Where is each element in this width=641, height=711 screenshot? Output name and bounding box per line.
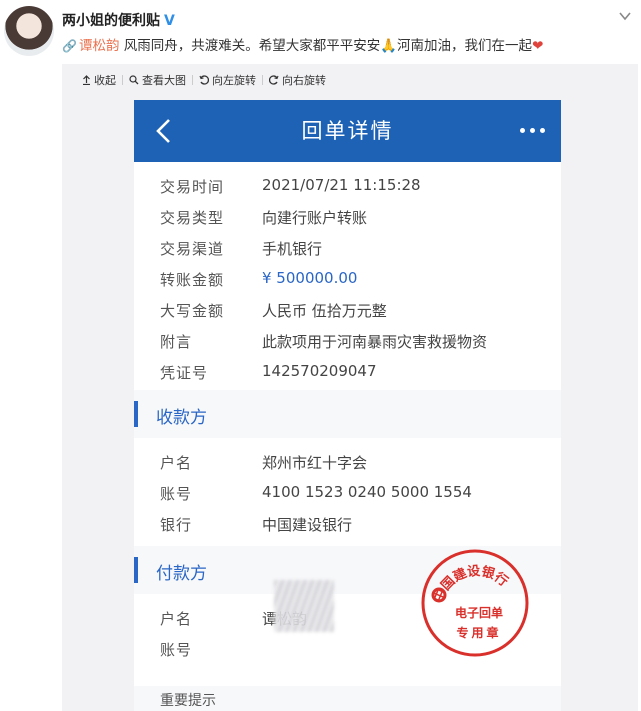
field-value: 手机银行	[262, 240, 323, 258]
bank-stamp: 中国建设银行 电子回单 专用章	[421, 549, 529, 657]
more-icon	[520, 128, 545, 133]
rotate-right-icon	[269, 75, 279, 85]
field-value: 2021/07/21 11:15:28	[262, 176, 421, 194]
field-value: 142570209047	[262, 362, 377, 380]
field-label: 账号	[160, 485, 193, 503]
upload-icon	[83, 75, 90, 85]
footer-hint: 重要提示	[160, 693, 216, 709]
field-row: 转账金额 ¥ 500000.00	[134, 263, 561, 294]
stamp-line1: 电子回单	[455, 605, 503, 620]
field-label: 账号	[160, 641, 193, 659]
field-value: 郑州市红十字会	[262, 454, 368, 472]
collapse-button[interactable]: 收起	[76, 72, 122, 88]
payee-section-header: 收款方	[134, 390, 561, 438]
stamp-ring-text: 中国建设银行	[430, 563, 511, 604]
field-label: 交易渠道	[160, 240, 225, 258]
app-header: 回单详情	[134, 100, 561, 162]
rotate-right-button[interactable]: 向右旋转	[263, 72, 332, 88]
author-name[interactable]: 两小姐的便利贴 V	[62, 10, 175, 30]
post-body: 风雨同舟，共渡难关。希望大家都平平安安🙏河南加油，我们在一起	[119, 38, 533, 54]
search-icon	[129, 75, 139, 85]
field-label: 户名	[160, 454, 193, 472]
svg-text:中国建设银行: 中国建设银行	[430, 563, 511, 604]
heart-icon: ❤	[532, 38, 544, 54]
view-large-label: 查看大图	[142, 74, 186, 87]
avatar[interactable]	[4, 6, 54, 56]
post-header: 两小姐的便利贴 V 🔗 谭松韵 风雨同舟，共渡难关。希望大家都平平安安🙏河南加油，我…	[0, 0, 641, 70]
page-title: 回单详情	[301, 119, 394, 143]
field-label: 附言	[160, 333, 193, 351]
stamp-line2: 专用章	[456, 625, 501, 640]
rotate-right-label: 向右旋转	[282, 74, 326, 87]
section-accent-bar	[134, 557, 138, 583]
section-accent-bar	[134, 401, 138, 427]
rotate-left-label: 向左旋转	[212, 74, 256, 87]
field-value: 中国建设银行	[262, 516, 353, 534]
rotate-left-button[interactable]: 向左旋转	[193, 72, 262, 88]
field-row: 户名 郑州市红十字会	[134, 446, 561, 477]
field-row: 银行 中国建设银行	[134, 508, 561, 539]
field-row: 账号 4100 1523 0240 5000 1554	[134, 477, 561, 508]
field-value: 人民币 伍拾万元整	[262, 302, 387, 320]
section-title: 付款方	[156, 564, 207, 584]
field-row: 交易类型 向建行账户转账	[134, 201, 561, 232]
field-label: 户名	[160, 610, 193, 628]
field-row: 交易时间 2021/07/21 11:15:28	[134, 170, 561, 201]
field-label: 转账金额	[160, 271, 225, 289]
field-value: 此款项用于河南暴雨灾害救援物资	[262, 333, 488, 351]
receipt-image[interactable]: 回单详情 交易时间 2021/07/21 11:15:28 交易类型 向建行账户转账…	[134, 100, 561, 711]
view-large-button[interactable]: 查看大图	[123, 72, 192, 88]
field-row: 交易渠道 手机银行	[134, 232, 561, 263]
rotate-left-icon	[199, 75, 209, 85]
field-row: 附言 此款项用于河南暴雨灾害救援物资	[134, 325, 561, 356]
section-title: 收款方	[156, 408, 207, 428]
field-value: 4100 1523 0240 5000 1554	[262, 483, 472, 501]
link-icon: 🔗	[62, 39, 77, 53]
field-label: 交易时间	[160, 178, 225, 196]
field-row: 大写金额 人民币 伍拾万元整	[134, 294, 561, 325]
field-value: 向建行账户转账	[262, 209, 368, 227]
post-text: 🔗 谭松韵 风雨同舟，共渡难关。希望大家都平平安安🙏河南加油，我们在一起❤	[62, 34, 543, 54]
field-label: 交易类型	[160, 209, 225, 227]
field-label: 凭证号	[160, 364, 209, 382]
collapse-label: 收起	[94, 74, 116, 87]
mention-link[interactable]: 谭松韵	[79, 38, 120, 54]
image-toolbar: 收起 查看大图 向左旋转 向右旋转	[76, 72, 332, 88]
redacted-account	[274, 580, 334, 632]
amount-value: ¥ 500000.00	[262, 269, 358, 287]
field-label: 大写金额	[160, 302, 225, 320]
media-panel: 收起 查看大图 向左旋转 向右旋转 回单详情 交易时间 2021/07/21 11…	[62, 64, 638, 711]
field-row: 凭证号 142570209047	[134, 356, 561, 387]
verified-icon: V	[164, 13, 175, 29]
field-label: 银行	[160, 516, 193, 534]
chevron-down-icon[interactable]	[619, 10, 631, 22]
author-name-text[interactable]: 两小姐的便利贴	[62, 13, 160, 29]
